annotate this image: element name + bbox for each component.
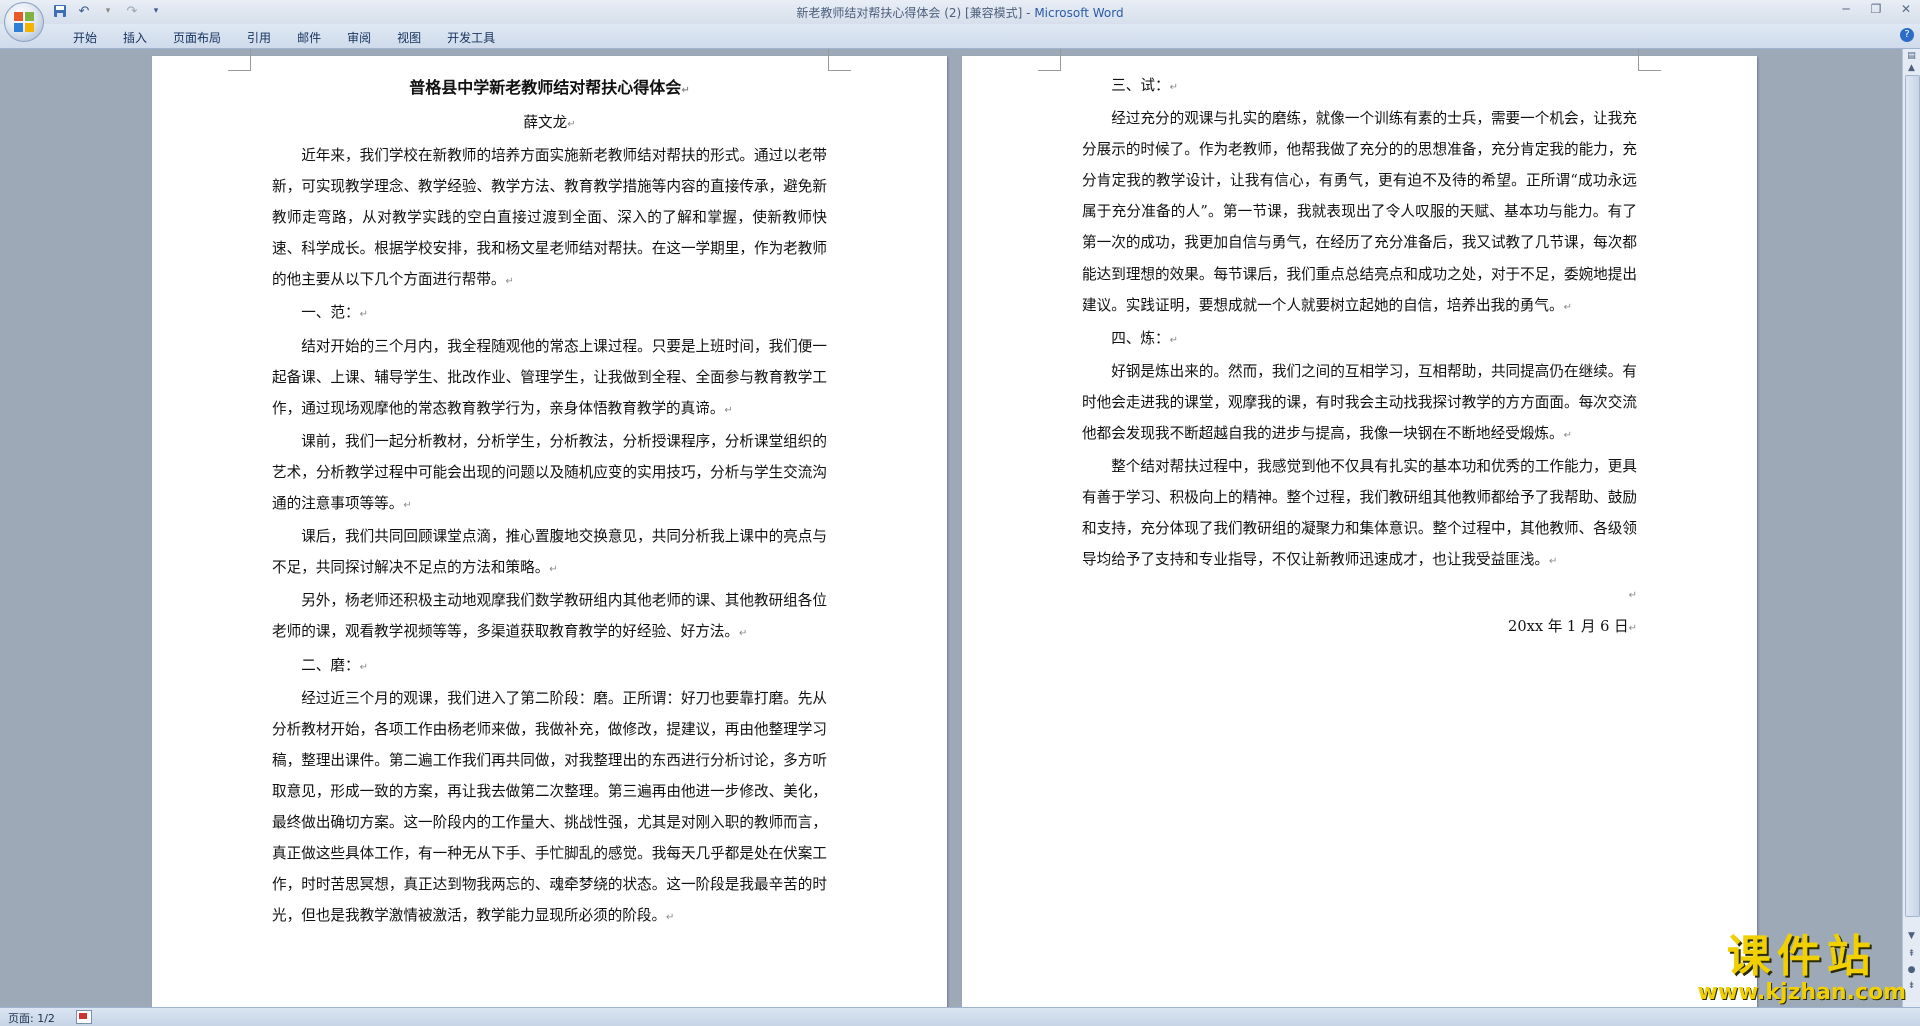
office-button[interactable]	[4, 2, 44, 42]
section-heading: 四、炼：↵	[1111, 329, 1178, 347]
document-title: 新老教师结对帮扶心得体会 (2) [兼容模式] -	[796, 6, 1035, 20]
scrollbar-thumb[interactable]	[1905, 75, 1920, 917]
ribbon-tabs: 开始 插入 页面布局 引用 邮件 审阅 视图 开发工具	[60, 29, 508, 46]
next-page-icon[interactable]: ⇟	[1904, 979, 1919, 994]
empty-paragraph: ↵	[1628, 589, 1637, 601]
author-name: 薛文龙↵	[523, 114, 576, 131]
document-area: 普格县中学新老教师结对帮扶心得体会↵ 薛文龙↵ 近年来，我们学校在新教师的培养方…	[0, 49, 1903, 1007]
tab-review[interactable]: 审阅	[334, 29, 384, 46]
maximize-icon[interactable]: ❐	[1868, 2, 1884, 16]
vertical-scrollbar[interactable]: ▤ ▲ ▼ ⇞ ● ⇟	[1902, 49, 1920, 1007]
section-heading: 二、磨：↵	[301, 656, 368, 674]
crop-mark	[1038, 49, 1061, 71]
document-page-1: 普格县中学新老教师结对帮扶心得体会↵ 薛文龙↵ 近年来，我们学校在新教师的培养方…	[152, 49, 947, 1007]
paragraph: 课后，我们共同回顾课堂点滴，推心置腹地交换意见，共同分析我上课中的亮点与不足，共…	[272, 528, 827, 577]
tab-view[interactable]: 视图	[384, 29, 434, 46]
paragraph: 另外，杨老师还积极主动地观摩我们数学教研组内其他老师的课、其他教研组各位老师的课…	[272, 592, 827, 641]
paragraph: 经过近三个月的观课，我们进入了第二阶段：磨。正所谓：好刀也要靠打磨。先从分析教材…	[272, 689, 827, 925]
page-1-content[interactable]: 普格县中学新老教师结对帮扶心得体会↵ 薛文龙↵ 近年来，我们学校在新教师的培养方…	[272, 71, 827, 933]
title-bar: ↶ ▾ ↷ ▾ 新老教师结对帮扶心得体会 (2) [兼容模式] - Micros…	[0, 0, 1920, 25]
document-page-2: 三、试：↵ 经过充分的观课与扎实的磨练，就像一个训练有素的士兵，需要一个机会，让…	[962, 49, 1757, 1007]
browse-object-icon[interactable]: ●	[1904, 963, 1919, 978]
paragraph: 经过充分的观课与扎实的磨练，就像一个训练有素的士兵，需要一个机会，让我充分展示的…	[1082, 110, 1637, 314]
crop-mark	[228, 49, 251, 71]
ribbon-tab-bar: 开始 插入 页面布局 引用 邮件 审阅 视图 开发工具 ?	[0, 24, 1920, 49]
tab-page-layout[interactable]: 页面布局	[160, 29, 234, 46]
paragraph: 整个结对帮扶过程中，我感觉到他不仅具有扎实的基本功和优秀的工作能力，更具有善于学…	[1082, 458, 1637, 569]
section-heading: 一、范：↵	[301, 304, 368, 322]
tab-home[interactable]: 开始	[60, 29, 110, 46]
section-heading: 三、试：↵	[1111, 77, 1178, 94]
scroll-down-icon[interactable]: ▼	[1904, 929, 1919, 944]
help-icon[interactable]: ?	[1900, 28, 1914, 42]
page-2-content[interactable]: 三、试：↵ 经过充分的观课与扎实的磨练，就像一个训练有素的士兵，需要一个机会，让…	[1082, 70, 1637, 644]
crop-mark	[1638, 49, 1661, 71]
paragraph: 近年来，我们学校在新教师的培养方面实施新老教师结对帮扶的形式。通过以老带新，可实…	[272, 147, 827, 289]
tab-insert[interactable]: 插入	[110, 29, 160, 46]
tab-mailings[interactable]: 邮件	[284, 29, 334, 46]
tab-developer[interactable]: 开发工具	[434, 29, 508, 46]
watermark-brand: 课件站	[1726, 931, 1877, 982]
watermark-logo: 课件站 www.kjzhan.com	[1697, 933, 1906, 1005]
window-title: 新老教师结对帮扶心得体会 (2) [兼容模式] - Microsoft Word	[0, 4, 1920, 21]
tab-references[interactable]: 引用	[234, 29, 284, 46]
watermark-url: www.kjzhan.com	[1697, 980, 1906, 1005]
close-icon[interactable]: ✕	[1898, 2, 1914, 16]
status-bar: 页面: 1/2	[0, 1007, 1920, 1026]
window-controls: ─ ❐ ✕	[1838, 2, 1914, 16]
paragraph: 结对开始的三个月内，我全程随观他的常态上课过程。只要是上班时间，我们便一起备课、…	[272, 337, 827, 417]
crop-mark	[828, 49, 851, 71]
office-logo-icon	[14, 12, 34, 32]
paragraph: 课前，我们一起分析教材，分析学生，分析教法，分析授课程序，分析课堂组织的艺术，分…	[272, 432, 827, 513]
page-count[interactable]: 页面: 1/2	[8, 1010, 55, 1026]
document-heading: 普格县中学新老教师结对帮扶心得体会↵	[409, 78, 690, 97]
proofing-icon[interactable]	[76, 1010, 92, 1024]
document-date: 20xx 年 1 月 6 日↵	[1508, 617, 1637, 635]
previous-page-icon[interactable]: ⇞	[1904, 947, 1919, 962]
paragraph: 好钢是炼出来的。然而，我们之间的互相学习，互相帮助，共同提高仍在继续。有时他会走…	[1082, 362, 1637, 443]
app-name: Microsoft Word	[1034, 6, 1124, 20]
minimize-icon[interactable]: ─	[1838, 2, 1854, 16]
scroll-up-icon[interactable]: ▲	[1904, 61, 1919, 76]
